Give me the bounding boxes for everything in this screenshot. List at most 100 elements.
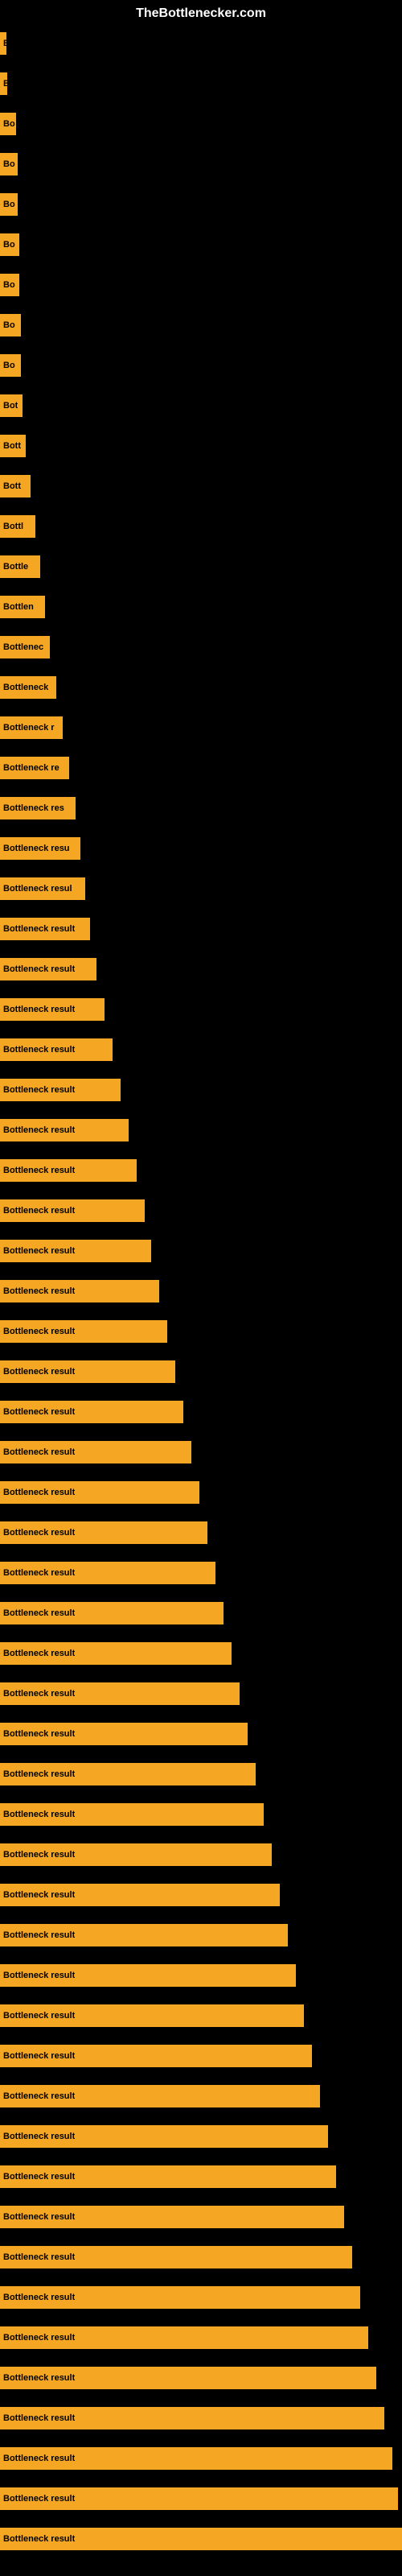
bar-label: Bottleneck result [3,1971,75,1980]
bar-label: Bottleneck result [3,1890,75,1900]
bar-label: Bottleneck result [3,1850,75,1860]
bar-label: Bottleneck result [3,1005,75,1014]
bar-label: Bottl [3,522,23,531]
bar-label: Bottleneck result [3,2252,75,2262]
bar-item: Bottleneck result [0,1964,296,1987]
bar-item: Bottleneck result [0,2367,376,2389]
bar-label: Bottleneck result [3,1528,75,1538]
bar-item: Bottleneck result [0,1602,224,1624]
bar-item: B [0,32,6,55]
bar-item: Bott [0,475,31,497]
bar-item: Bottleneck result [0,2165,336,2188]
bar-item: Bottleneck result [0,2407,384,2429]
bar-label: Bott [3,481,21,491]
bar-label: Bottleneck r [3,723,55,733]
bar-label: Bottleneck [3,683,48,692]
site-title: TheBottlenecker.com [136,6,266,21]
bar-item: Bo [0,233,19,256]
bar-item: Bottleneck result [0,1441,191,1463]
bar-item: Bot [0,394,23,417]
bar-item: Bottleneck result [0,2487,398,2510]
bar-item: Bottleneck result [0,1320,167,1343]
bar-item: Bottleneck re [0,757,69,779]
bar-label: Bo [3,240,15,250]
bar-label: Bottleneck result [3,1810,75,1819]
bar-label: Bottleneck result [3,2454,75,2463]
bar-label: Bottleneck result [3,1206,75,1216]
bar-item: Bottleneck result [0,1079,121,1101]
bar-label: Bottlen [3,602,34,612]
bar-label: Bottleneck result [3,924,75,934]
bar-item: Bottleneck result [0,1199,145,1222]
bar-item: Bo [0,193,18,216]
bar-label: Bottleneck result [3,1729,75,1739]
bar-item: Bo [0,113,16,135]
bar-label: Bottleneck result [3,1689,75,1699]
bar-label: Bottleneck result [3,2333,75,2343]
bar-item: Bottleneck result [0,1280,159,1302]
bar-label: Bo [3,200,15,209]
bar-label: Bottleneck result [3,2494,75,2504]
bar-item: Bottleneck result [0,998,105,1021]
bar-item: Bo [0,314,21,336]
bar-item: Bottleneck result [0,2528,402,2550]
bar-label: Bottleneck result [3,1367,75,1377]
bar-label: Bottleneck result [3,2373,75,2383]
bar-item: Bottl [0,515,35,538]
bar-item: Bottleneck result [0,1924,288,1946]
bar-label: Bottleneck result [3,1930,75,1940]
bar-label: Bottleneck result [3,2413,75,2423]
bar-label: Bottleneck result [3,2172,75,2182]
bar-item: B [0,72,7,95]
bar-label: B [3,79,7,89]
bar-label: Bottleneck result [3,1407,75,1417]
bar-label: Bottleneck result [3,2091,75,2101]
bar-label: Bottleneck result [3,1125,75,1135]
bar-item: Bottleneck result [0,2085,320,2107]
bar-label: Bottleneck result [3,1447,75,1457]
bar-label: Bottleneck result [3,2212,75,2222]
bar-item: Bottleneck result [0,1642,232,1665]
bar-item: Bottleneck res [0,797,76,819]
bar-label: Bo [3,119,15,129]
bar-label: Bott [3,441,21,451]
bar-label: Bottleneck result [3,1327,75,1336]
bar-label: Bottleneck result [3,2132,75,2141]
bar-label: Bot [3,401,18,411]
bar-item: Bottleneck r [0,716,63,739]
bar-label: Bo [3,361,15,370]
bar-label: Bottleneck result [3,2011,75,2021]
bar-item: Bottleneck result [0,2206,344,2228]
bar-item: Bottleneck result [0,1481,199,1504]
bar-item: Bo [0,274,19,296]
bar-item: Bottleneck result [0,1803,264,1826]
bar-label: Bottlenec [3,642,43,652]
bar-item: Bottleneck [0,676,56,699]
bar-item: Bottlenec [0,636,50,658]
bar-label: Bottleneck res [3,803,64,813]
bar-item: Bottleneck result [0,2004,304,2027]
bar-label: Bottleneck result [3,2293,75,2302]
bar-item: Bottleneck result [0,1682,240,1705]
bar-item: Bottleneck result [0,1723,248,1745]
bar-item: Bottleneck result [0,1763,256,1785]
bar-item: Bottleneck result [0,1119,129,1141]
bar-label: Bottleneck result [3,1085,75,1095]
bar-label: Bottleneck result [3,1166,75,1175]
bar-item: Bottleneck resul [0,877,85,900]
bar-label: Bottleneck result [3,964,75,974]
bar-item: Bottleneck resu [0,837,80,860]
bar-label: Bo [3,320,15,330]
bar-item: Bottleneck result [0,2326,368,2349]
bar-label: Bottle [3,562,28,572]
bar-item: Bottleneck result [0,918,90,940]
bar-item: Bottleneck result [0,2447,392,2470]
bar-label: Bottleneck result [3,1045,75,1055]
bar-item: Bottleneck result [0,2125,328,2148]
bar-item: Bottleneck result [0,2286,360,2309]
bar-item: Bottleneck result [0,2045,312,2067]
bar-item: Bottleneck result [0,1843,272,1866]
bar-label: Bottleneck re [3,763,59,773]
bar-label: Bottleneck result [3,1608,75,1618]
bar-item: Bottleneck result [0,1401,183,1423]
